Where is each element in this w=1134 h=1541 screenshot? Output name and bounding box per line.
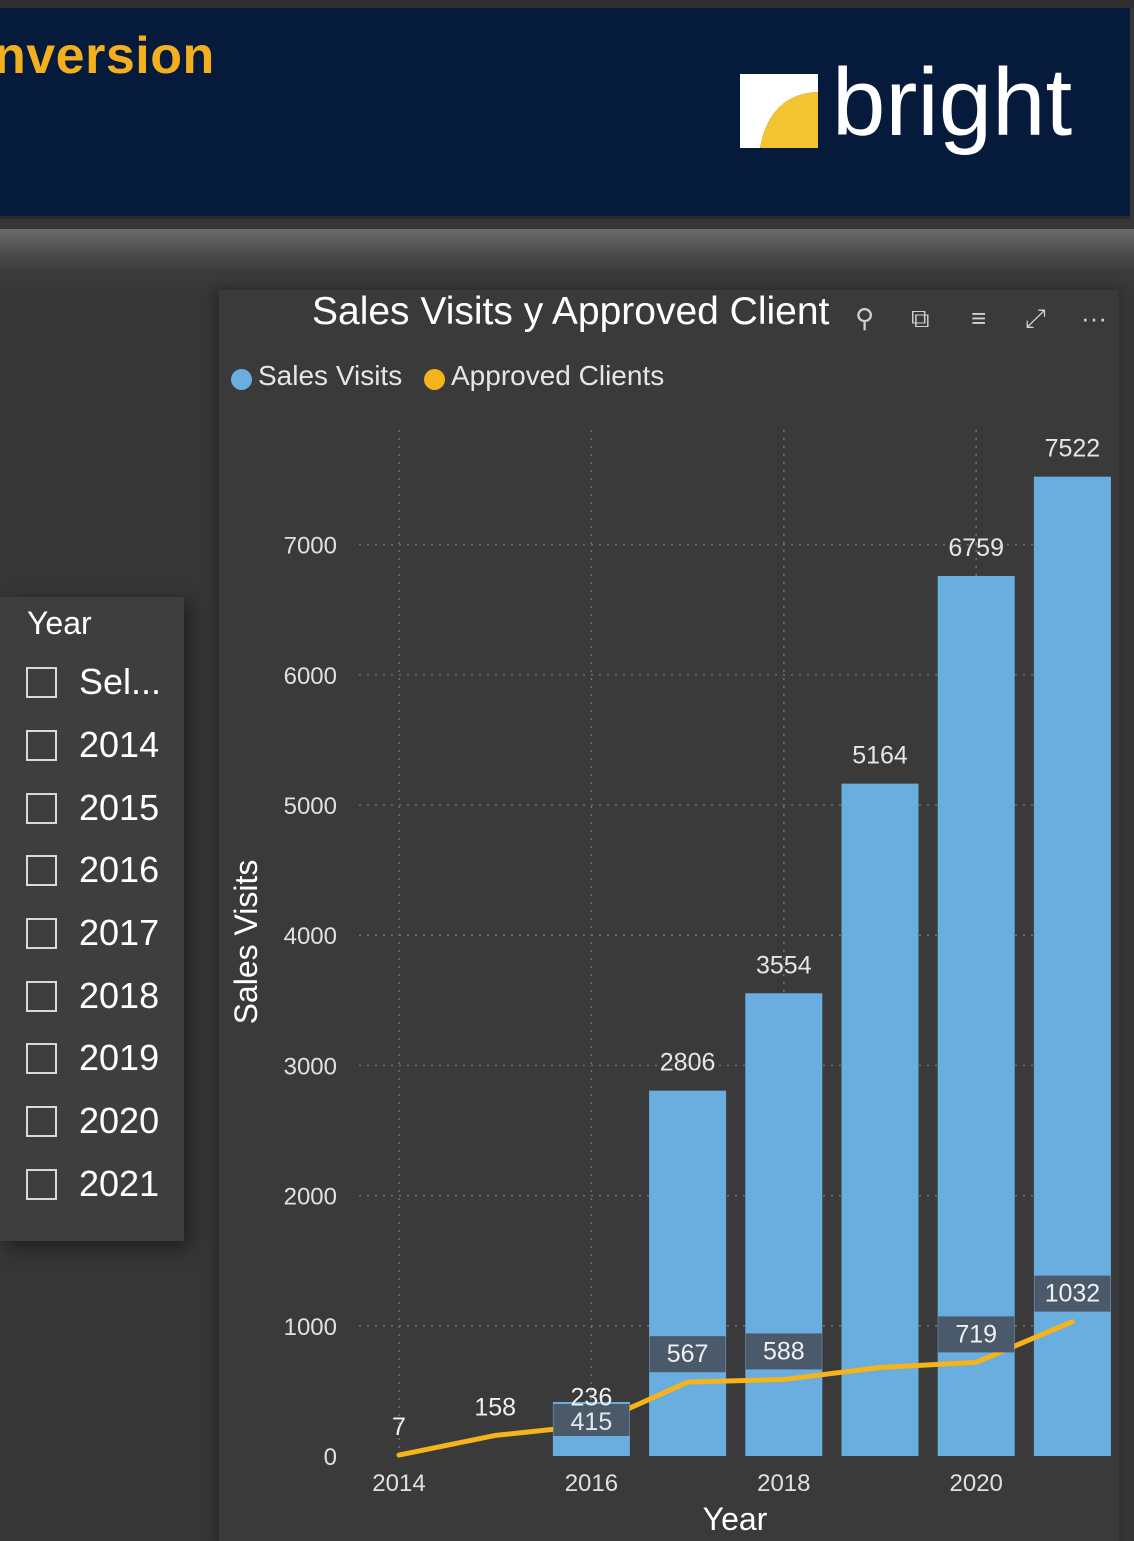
x-axis-title: Year bbox=[703, 1501, 768, 1537]
bright-logo: bright bbox=[738, 49, 1098, 176]
line-data-label: 567 bbox=[667, 1340, 709, 1368]
y-tick-label: 7000 bbox=[284, 533, 337, 560]
y-axis-title: Sales Visits bbox=[228, 860, 264, 1025]
line-data-label: 7 bbox=[392, 1413, 406, 1441]
slicer-item-label: 2014 bbox=[79, 724, 160, 765]
y-tick-label: 2000 bbox=[284, 1184, 337, 1211]
bar-data-label: 5164 bbox=[852, 742, 908, 770]
slicer-item-label: 2021 bbox=[79, 1163, 160, 1204]
slicer-title: Year bbox=[27, 605, 92, 641]
slicer-item-label: 2015 bbox=[79, 787, 160, 828]
report-title: nversion bbox=[0, 27, 215, 85]
checkbox[interactable] bbox=[26, 1043, 57, 1074]
slicer-item-label: 2017 bbox=[79, 912, 160, 953]
bar-sales-visits-2018 bbox=[745, 993, 823, 1456]
y-tick-label: 5000 bbox=[284, 793, 337, 820]
y-tick-label: 6000 bbox=[284, 663, 337, 690]
bar-data-label: 415 bbox=[571, 1408, 613, 1436]
y-tick-label: 4000 bbox=[284, 923, 337, 950]
slicer-item-label: 2020 bbox=[79, 1100, 160, 1141]
slicer-item-2015[interactable]: 2015 bbox=[26, 787, 176, 833]
slicer-item-label: 2016 bbox=[79, 849, 160, 890]
line-data-label: 588 bbox=[763, 1337, 805, 1365]
bar-data-label: 2806 bbox=[660, 1049, 716, 1077]
slicer-item-2021[interactable]: 2021 bbox=[26, 1163, 176, 1209]
line-data-label: 719 bbox=[955, 1320, 997, 1348]
slicer-item-label: 2018 bbox=[79, 975, 160, 1016]
checkbox[interactable] bbox=[26, 918, 57, 949]
slicer-item-2017[interactable]: 2017 bbox=[26, 912, 176, 958]
slicer-item-label: Sel... bbox=[79, 661, 162, 702]
ribbon-band bbox=[0, 229, 1134, 273]
x-tick-label: 2018 bbox=[757, 1470, 810, 1497]
slicer-item-2014[interactable]: 2014 bbox=[26, 724, 176, 770]
line-data-label: 1032 bbox=[1045, 1280, 1101, 1308]
x-tick-label: 2016 bbox=[565, 1470, 618, 1497]
checkbox[interactable] bbox=[26, 1106, 57, 1137]
checkbox[interactable] bbox=[26, 855, 57, 886]
y-tick-label: 1000 bbox=[284, 1314, 337, 1341]
logo-wordmark: bright bbox=[832, 49, 1073, 156]
slicer-item-2018[interactable]: 2018 bbox=[26, 975, 176, 1021]
bar-data-label: 6759 bbox=[948, 534, 1004, 562]
checkbox[interactable] bbox=[26, 1169, 57, 1200]
top-strip bbox=[0, 0, 1134, 8]
x-tick-label: 2014 bbox=[372, 1470, 425, 1497]
slicer-item-2020[interactable]: 2020 bbox=[26, 1100, 176, 1146]
bar-data-label: 7522 bbox=[1045, 435, 1101, 463]
checkbox[interactable] bbox=[26, 793, 57, 824]
checkbox[interactable] bbox=[26, 981, 57, 1012]
bar-sales-visits-2019 bbox=[841, 783, 919, 1456]
report-canvas: nversion bright Year Sel... 2014 2015 20… bbox=[0, 0, 1134, 1541]
y-tick-label: 0 bbox=[324, 1444, 337, 1471]
slicer-item-2019[interactable]: 2019 bbox=[26, 1037, 176, 1083]
chart-visual[interactable]: Sales Visits y Approved Client ⚲ ⧉ ≡ ⤢ ·… bbox=[219, 290, 1119, 1541]
slicer-item-label: 2019 bbox=[79, 1037, 160, 1078]
y-tick-label: 3000 bbox=[284, 1053, 337, 1080]
line-data-label: 158 bbox=[474, 1393, 516, 1421]
line-data-label: 236 bbox=[571, 1383, 613, 1411]
x-tick-label: 2020 bbox=[950, 1470, 1003, 1497]
bar-data-label: 3554 bbox=[756, 951, 812, 979]
slicer-item-select-all[interactable]: Sel... bbox=[26, 661, 176, 707]
checkbox[interactable] bbox=[26, 730, 57, 761]
header-banner: nversion bright bbox=[0, 8, 1130, 219]
combo-chart: 0 1000 2000 3000 4000 5000 6000 7000 2014 2016 201… bbox=[228, 430, 1111, 1537]
logo-mark-icon bbox=[740, 74, 818, 148]
year-slicer: Year Sel... 2014 2015 2016 2017 2018 201… bbox=[0, 597, 184, 1241]
bar-sales-visits-2017 bbox=[649, 1090, 727, 1456]
checkbox[interactable] bbox=[26, 667, 57, 698]
slicer-item-2016[interactable]: 2016 bbox=[26, 849, 176, 895]
